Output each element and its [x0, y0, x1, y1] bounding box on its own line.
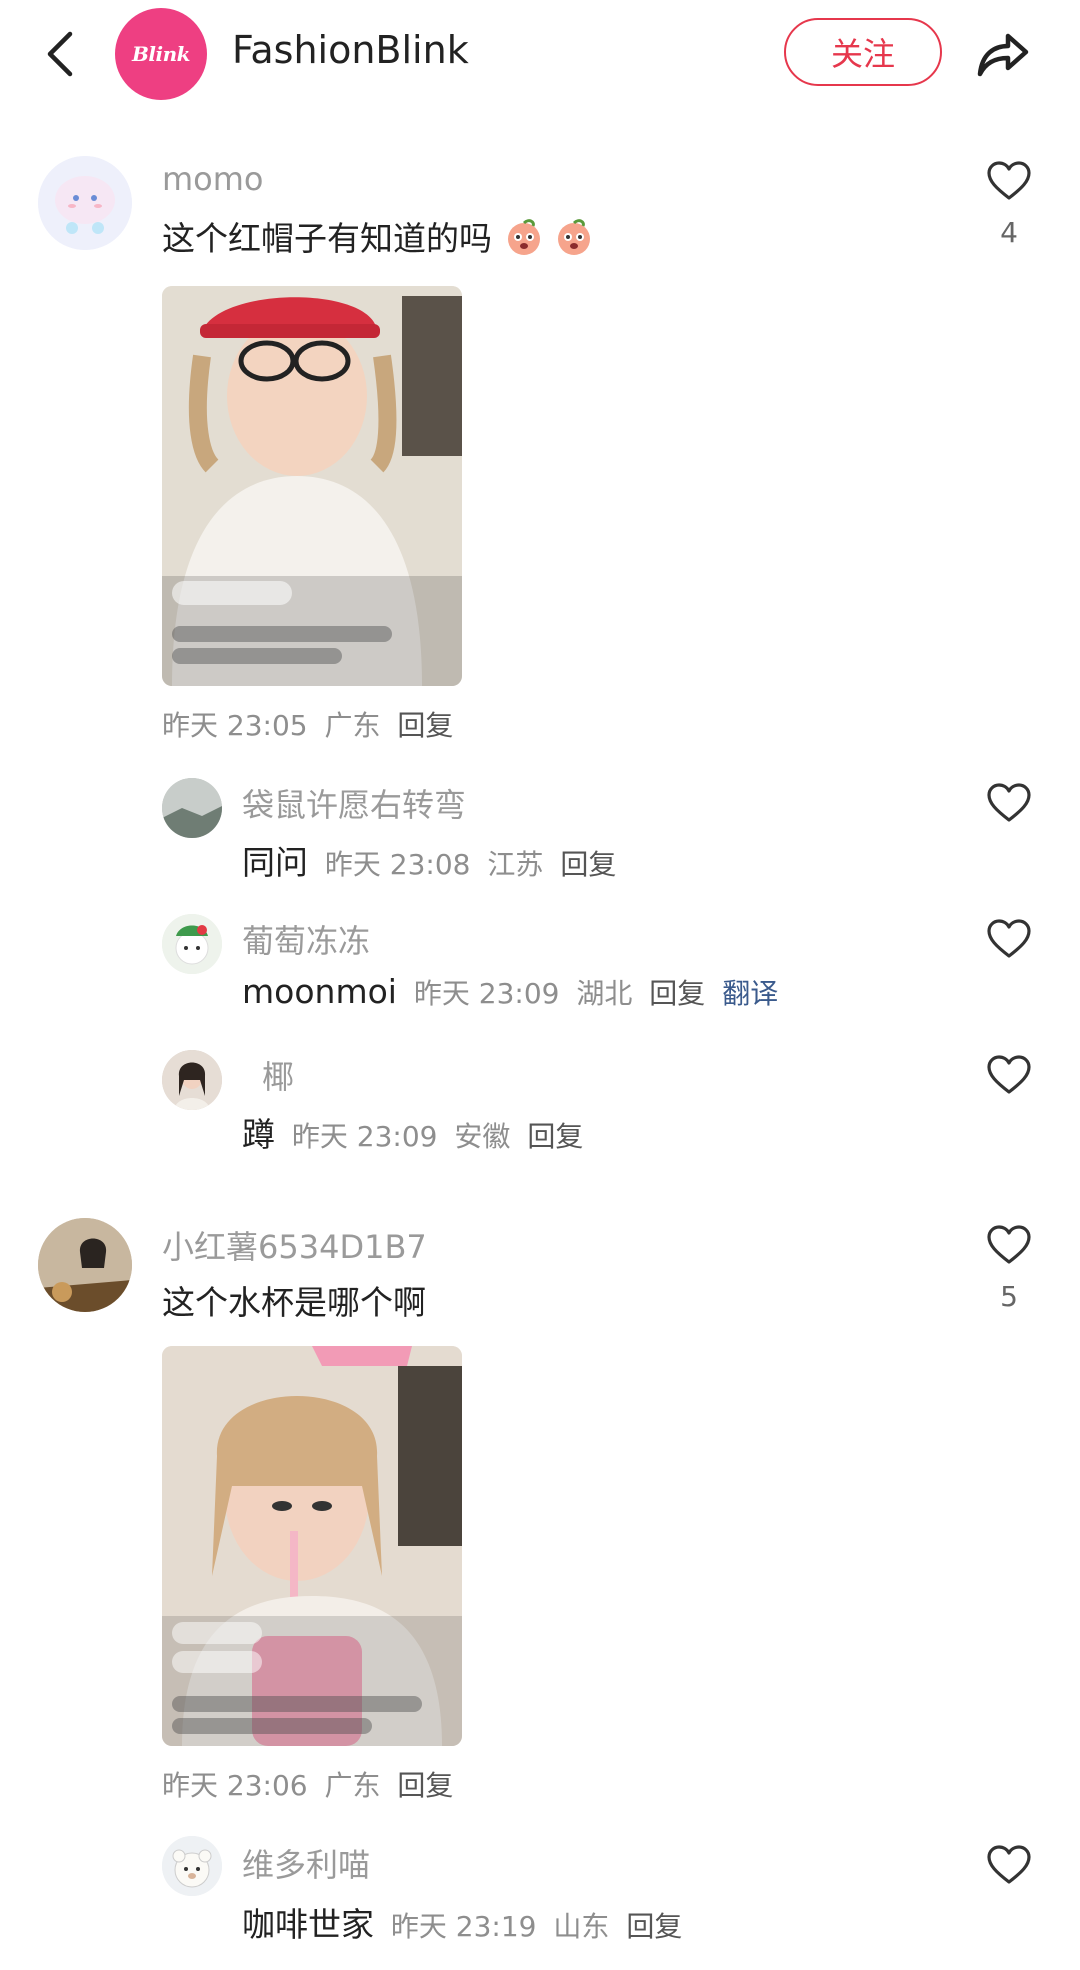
cartoon-jellyfish-avatar	[38, 156, 132, 250]
comment-time: 昨天 23:06	[162, 1769, 308, 1802]
comment-meta: 蹲 昨天 23:09 安徽 回复	[242, 1108, 591, 1156]
comment-photo[interactable]	[162, 286, 462, 686]
reply-button[interactable]: 回复	[397, 709, 453, 742]
account-name[interactable]: FashionBlink	[232, 28, 469, 72]
photo-girl-water-cup	[162, 1346, 462, 1746]
heart-icon	[987, 919, 1031, 958]
reply-button[interactable]: 回复	[560, 848, 616, 881]
translate-button[interactable]: 翻译	[722, 977, 778, 1010]
portrait-photo-avatar	[38, 1218, 132, 1312]
share-arrow-icon	[977, 33, 1029, 77]
like-button[interactable]	[986, 918, 1032, 960]
heart-icon	[987, 1055, 1031, 1094]
comment-location: 湖北	[576, 977, 633, 1010]
chevron-left-icon	[47, 31, 73, 77]
comment-time: 昨天 23:08	[324, 848, 471, 881]
comment-text: 这个水杯是哪个啊	[162, 1283, 426, 1322]
comment-username[interactable]: 维多利喵	[242, 1840, 370, 1886]
follow-button[interactable]: 关注	[784, 18, 942, 86]
comment-meta: 同问 昨天 23:08 江苏 回复	[242, 836, 624, 884]
reply-button[interactable]: 回复	[397, 1769, 453, 1802]
comment-meta: moonmoi 昨天 23:09 湖北 回复 翻译	[242, 972, 786, 1012]
heart-icon	[987, 783, 1031, 822]
comment-username[interactable]: 袋鼠许愿右转弯	[242, 780, 466, 826]
comment-location: 安徽	[454, 1120, 511, 1153]
comment-location: 山东	[553, 1910, 610, 1943]
comment-meta: 昨天 23:06 广东 回复	[162, 1764, 461, 1804]
top-bar: Blink FashionBlink 关注	[0, 0, 1080, 110]
heart-icon	[987, 1845, 1031, 1884]
account-avatar[interactable]: Blink	[115, 8, 207, 100]
comment-username[interactable]: 葡萄冻冻	[242, 916, 370, 962]
comment-time: 昨天 23:09	[291, 1120, 438, 1153]
peach-face-emoji-icon	[555, 218, 593, 256]
comment-text-body: 这个红帽子有知道的吗	[162, 219, 492, 258]
landscape-photo-avatar	[162, 778, 222, 838]
comment-time: 昨天 23:09	[413, 977, 560, 1010]
comment-text: 蹲	[242, 1115, 275, 1154]
comment-location: 广东	[324, 709, 381, 742]
comment-photo[interactable]	[162, 1346, 462, 1746]
like-count: 5	[1000, 1280, 1018, 1313]
back-button[interactable]	[40, 24, 84, 84]
comment-text: 咖啡世家	[242, 1905, 374, 1944]
like-count: 4	[1000, 216, 1018, 249]
photo-girl-red-cap	[162, 286, 462, 686]
comment-meta: 昨天 23:05 广东 回复	[162, 704, 461, 744]
comment-username[interactable]: momo	[162, 160, 264, 198]
cartoon-bear-avatar	[162, 1836, 222, 1896]
user-avatar[interactable]	[162, 1050, 222, 1110]
cartoon-avatar	[162, 914, 222, 974]
heart-icon	[987, 161, 1031, 200]
like-button[interactable]	[986, 1054, 1032, 1096]
reply-button[interactable]: 回复	[626, 1910, 682, 1943]
comment-time: 昨天 23:05	[162, 709, 308, 742]
comment-location: 广东	[324, 1769, 381, 1802]
heart-icon	[987, 1225, 1031, 1264]
comment-text: 同问	[242, 843, 308, 882]
comment-text: 这个红帽子有知道的吗	[162, 212, 593, 260]
comment-text: moonmoi	[242, 972, 397, 1011]
like-button[interactable]	[986, 1844, 1032, 1886]
user-avatar[interactable]	[38, 1218, 132, 1312]
like-button[interactable]	[986, 160, 1032, 202]
like-button[interactable]	[986, 1224, 1032, 1266]
comment-username[interactable]: 椰	[262, 1052, 294, 1098]
user-avatar[interactable]	[162, 914, 222, 974]
comment-time: 昨天 23:19	[390, 1910, 537, 1943]
peach-face-emoji-icon	[505, 218, 543, 256]
share-button[interactable]	[972, 24, 1032, 84]
portrait-photo-avatar	[162, 1050, 222, 1110]
brand-logo: Blink	[132, 42, 191, 66]
reply-button[interactable]: 回复	[527, 1120, 583, 1153]
reply-button[interactable]: 回复	[649, 977, 705, 1010]
user-avatar[interactable]	[162, 778, 222, 838]
comment-username[interactable]: 小红薯6534D1B7	[162, 1222, 427, 1268]
user-avatar[interactable]	[38, 156, 132, 250]
user-avatar[interactable]	[162, 1836, 222, 1896]
comment-meta: 咖啡世家 昨天 23:19 山东 回复	[242, 1898, 690, 1946]
like-button[interactable]	[986, 782, 1032, 824]
comment-location: 江苏	[487, 848, 544, 881]
